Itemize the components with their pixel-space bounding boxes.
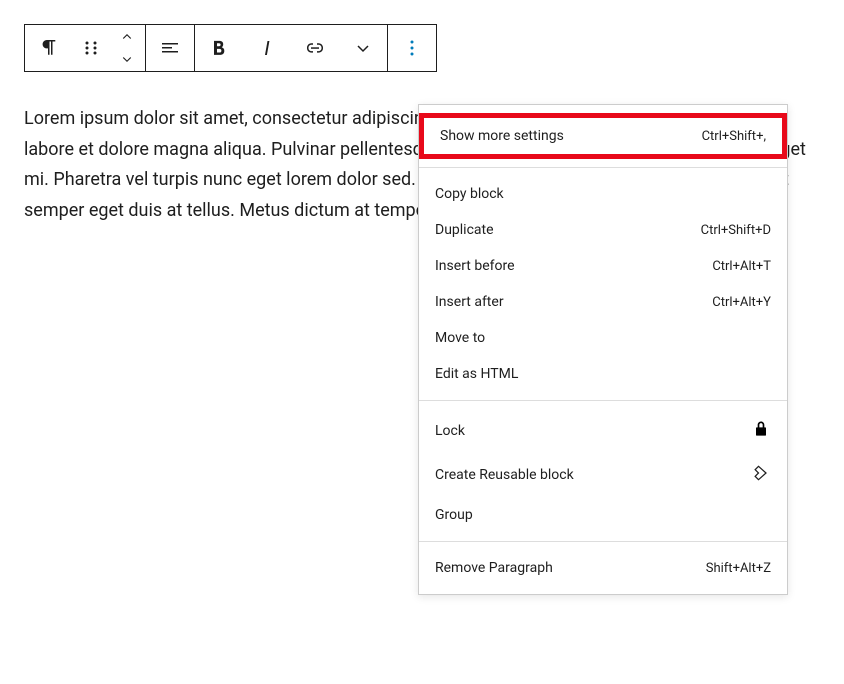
menu-item-move-to[interactable]: Move to: [419, 320, 787, 356]
more-format-button[interactable]: [339, 25, 387, 71]
toolbar-group-more: [388, 25, 436, 71]
diamond-icon: [751, 463, 771, 487]
more-vertical-icon: [400, 36, 424, 60]
align-button[interactable]: [146, 25, 194, 71]
toolbar-group-align: [146, 25, 195, 71]
menu-item-remove-paragraph[interactable]: Remove Paragraph Shift+Alt+Z: [419, 550, 787, 586]
menu-shortcut: Ctrl+Shift+D: [701, 223, 771, 238]
move-up-button[interactable]: [109, 26, 145, 48]
menu-label: Remove Paragraph: [435, 560, 706, 576]
menu-shortcut: Ctrl+Alt+Y: [712, 295, 771, 310]
paragraph-icon: [37, 36, 61, 60]
menu-label: Show more settings: [440, 128, 702, 144]
menu-label: Copy block: [435, 186, 771, 202]
menu-item-insert-after[interactable]: Insert after Ctrl+Alt+Y: [419, 284, 787, 320]
menu-label: Edit as HTML: [435, 366, 771, 382]
menu-shortcut: Ctrl+Alt+T: [712, 259, 771, 274]
more-options-button[interactable]: [388, 25, 436, 71]
menu-item-insert-before[interactable]: Insert before Ctrl+Alt+T: [419, 248, 787, 284]
menu-section-1: Show more settings Ctrl+Shift+,: [419, 105, 787, 168]
menu-label: Insert after: [435, 294, 712, 310]
block-options-menu: Show more settings Ctrl+Shift+, Copy blo…: [418, 104, 788, 595]
bold-icon: [207, 36, 231, 60]
menu-label: Create Reusable block: [435, 467, 743, 483]
drag-icon: [79, 36, 103, 60]
menu-item-show-more-settings[interactable]: Show more settings Ctrl+Shift+,: [419, 113, 787, 159]
menu-section-2: Copy block Duplicate Ctrl+Shift+D Insert…: [419, 168, 787, 401]
link-icon: [303, 36, 327, 60]
bold-button[interactable]: [195, 25, 243, 71]
block-toolbar: [24, 24, 437, 72]
link-button[interactable]: [291, 25, 339, 71]
menu-item-create-reusable-block[interactable]: Create Reusable block: [419, 453, 787, 497]
menu-label: Lock: [435, 423, 743, 439]
toolbar-group-format: [195, 25, 388, 71]
chevron-down-icon: [118, 50, 136, 68]
menu-shortcut: Shift+Alt+Z: [706, 561, 771, 576]
move-controls: [109, 25, 145, 71]
menu-item-edit-as-html[interactable]: Edit as HTML: [419, 356, 787, 392]
italic-button[interactable]: [243, 25, 291, 71]
chevron-up-icon: [118, 28, 136, 46]
menu-item-group[interactable]: Group: [419, 497, 787, 533]
italic-icon: [255, 36, 279, 60]
paragraph-button[interactable]: [25, 25, 73, 71]
menu-item-duplicate[interactable]: Duplicate Ctrl+Shift+D: [419, 212, 787, 248]
menu-label: Insert before: [435, 258, 712, 274]
align-left-icon: [158, 36, 182, 60]
chevron-down-icon: [351, 36, 375, 60]
menu-item-lock[interactable]: Lock: [419, 409, 787, 453]
lock-icon: [751, 419, 771, 443]
menu-item-copy-block[interactable]: Copy block: [419, 176, 787, 212]
menu-shortcut: Ctrl+Shift+,: [702, 129, 766, 144]
move-down-button[interactable]: [109, 48, 145, 70]
menu-label: Group: [435, 507, 771, 523]
menu-label: Move to: [435, 330, 771, 346]
menu-section-3: Lock Create Reusable block Group: [419, 401, 787, 542]
menu-section-4: Remove Paragraph Shift+Alt+Z: [419, 542, 787, 594]
toolbar-group-block: [25, 25, 146, 71]
drag-handle-button[interactable]: [73, 25, 109, 71]
menu-label: Duplicate: [435, 222, 701, 238]
